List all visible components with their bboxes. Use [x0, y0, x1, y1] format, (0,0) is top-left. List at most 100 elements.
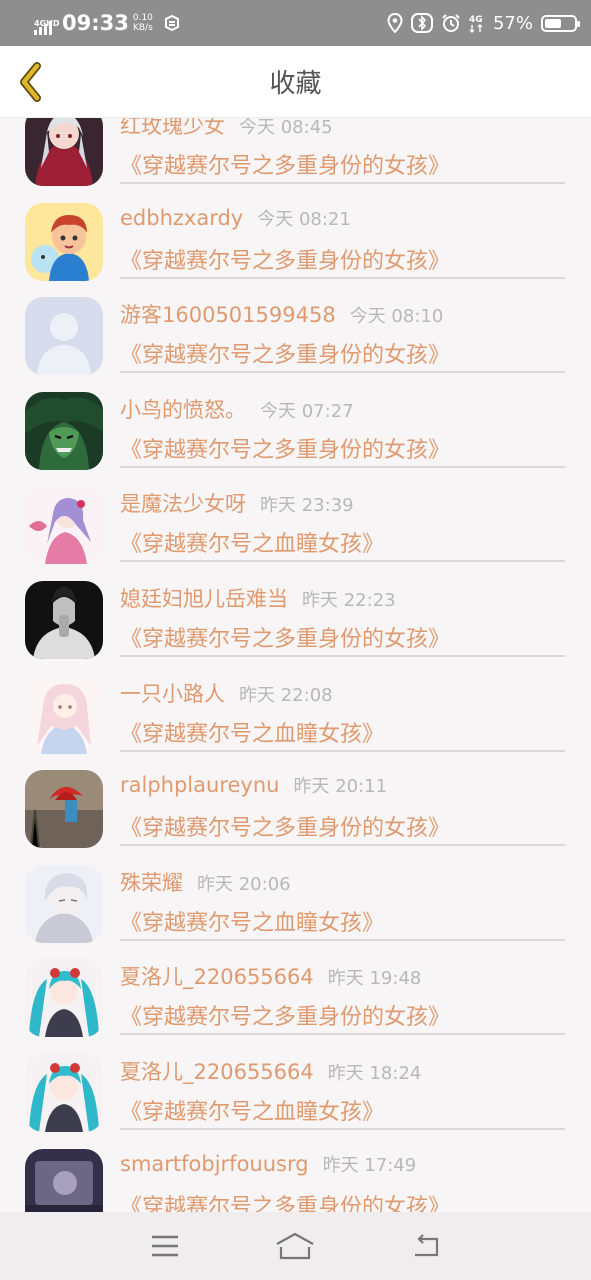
row-divider: [120, 654, 565, 657]
avatar[interactable]: [25, 675, 103, 754]
4g-icon: 4G: [469, 15, 483, 33]
back-nav-button[interactable]: [404, 1224, 448, 1268]
menu-icon: [152, 1235, 179, 1257]
location-icon: [387, 13, 403, 33]
avatar[interactable]: [25, 1148, 103, 1212]
row-header: 一只小路人 昨天 22:08: [120, 678, 333, 708]
user-name[interactable]: 夏洛儿_220655664: [120, 965, 314, 989]
battery-percent: 57%: [492, 12, 533, 34]
back-button[interactable]: [10, 60, 54, 104]
user-name[interactable]: 夏洛儿_220655664: [120, 1060, 314, 1084]
menu-button[interactable]: [143, 1224, 187, 1268]
user-name[interactable]: 媳廷妇旭儿岳难当: [120, 587, 288, 611]
user-name[interactable]: 一只小路人: [120, 682, 225, 706]
row-header: edbhzxardy 今天 08:21: [120, 205, 351, 231]
book-title-link[interactable]: 《穿越赛尔号之多重身份的女孩》: [120, 999, 450, 1031]
signal-icon: [34, 21, 52, 35]
favorite-row[interactable]: 红玫瑰少女 今天 08:45 《穿越赛尔号之多重身份的女孩》: [0, 118, 591, 191]
chevron-left-icon: [20, 62, 41, 102]
row-divider: [120, 371, 565, 374]
book-title-link[interactable]: 《穿越赛尔号之血瞳女孩》: [120, 716, 384, 748]
book-title-link[interactable]: 《穿越赛尔号之多重身份的女孩》: [120, 621, 450, 653]
row-header: 小鸟的愤怒。 今天 07:27: [120, 394, 354, 424]
user-name[interactable]: 游客1600501599458: [120, 303, 336, 327]
svg-text:4G: 4G: [469, 15, 483, 25]
network-speed: 0.10 KB/s: [133, 13, 153, 33]
favorite-row[interactable]: 一只小路人 昨天 22:08 《穿越赛尔号之血瞳女孩》: [0, 664, 591, 759]
book-title-link[interactable]: 《穿越赛尔号之血瞳女孩》: [120, 905, 384, 937]
avatar[interactable]: [25, 391, 103, 470]
screen: 4GHD 09:33 0.10 KB/s 4G 57% 收藏 红玫瑰少女 今天 …: [0, 0, 591, 1280]
post-time: 昨天 18:24: [327, 1062, 422, 1084]
user-name[interactable]: 是魔法少女呀: [120, 492, 246, 516]
book-title-link[interactable]: 《穿越赛尔号之多重身份的女孩》: [120, 148, 450, 180]
user-name[interactable]: ralphplaureynu: [120, 773, 279, 797]
home-button[interactable]: [273, 1224, 317, 1268]
post-time: 昨天 22:08: [239, 684, 333, 706]
book-title-link[interactable]: 《穿越赛尔号之多重身份的女孩》: [120, 1189, 450, 1212]
row-divider: [120, 1127, 565, 1130]
row-divider: [120, 465, 565, 468]
avatar[interactable]: [25, 297, 103, 376]
favorite-row[interactable]: 夏洛儿_220655664 昨天 18:24 《穿越赛尔号之血瞳女孩》: [0, 1042, 591, 1137]
favorites-list-inner: 红玫瑰少女 今天 08:45 《穿越赛尔号之多重身份的女孩》 edbhzxardy 今天…: [0, 118, 591, 1212]
user-name[interactable]: 小鸟的愤怒。: [120, 398, 246, 422]
favorite-row[interactable]: 小鸟的愤怒。 今天 07:27 《穿越赛尔号之多重身份的女孩》: [0, 380, 591, 475]
book-title-link[interactable]: 《穿越赛尔号之血瞳女孩》: [120, 526, 384, 558]
favorite-row[interactable]: 夏洛儿_220655664 昨天 19:48 《穿越赛尔号之多重身份的女孩》: [0, 947, 591, 1042]
post-time: 今天 08:45: [239, 118, 333, 138]
row-header: 游客1600501599458 今天 08:10: [120, 299, 443, 329]
user-name[interactable]: 殊荣耀: [120, 871, 183, 895]
alarm-icon: [442, 14, 460, 32]
avatar[interactable]: [25, 118, 103, 186]
user-name[interactable]: 红玫瑰少女: [120, 118, 225, 138]
favorite-row[interactable]: 是魔法少女呀 昨天 23:39 《穿越赛尔号之血瞳女孩》: [0, 474, 591, 569]
battery-icon: [541, 14, 580, 32]
home-icon: [276, 1232, 315, 1260]
post-time: 今天 08:10: [349, 306, 444, 328]
status-time: 09:33: [62, 11, 129, 35]
favorite-row[interactable]: smartfobjrfouusrg 昨天 17:49 《穿越赛尔号之多重身份的女孩》: [0, 1137, 591, 1212]
row-divider: [120, 844, 565, 847]
book-title-link[interactable]: 《穿越赛尔号之多重身份的女孩》: [120, 337, 450, 369]
book-title-link[interactable]: 《穿越赛尔号之多重身份的女孩》: [120, 810, 450, 842]
avatar[interactable]: [25, 959, 103, 1038]
book-title-link[interactable]: 《穿越赛尔号之血瞳女孩》: [120, 1094, 384, 1126]
row-header: 媳廷妇旭儿岳难当 昨天 22:23: [120, 583, 396, 613]
row-header: smartfobjrfouusrg 昨天 17:49: [120, 1151, 416, 1177]
favorites-list[interactable]: 红玫瑰少女 今天 08:45 《穿越赛尔号之多重身份的女孩》 edbhzxardy 今天…: [0, 118, 591, 1212]
status-right-group: 4G 57%: [387, 12, 580, 34]
avatar[interactable]: [25, 202, 103, 281]
row-divider: [120, 560, 565, 563]
row-divider: [120, 938, 565, 941]
row-header: 夏洛儿_220655664 昨天 19:48: [120, 961, 421, 991]
row-divider: [120, 1033, 565, 1036]
row-header: 殊荣耀 昨天 20:06: [120, 867, 291, 897]
favorite-row[interactable]: ralphplaureynu 昨天 20:11 《穿越赛尔号之多重身份的女孩》: [0, 758, 591, 853]
row-header: 夏洛儿_220655664 昨天 18:24: [120, 1056, 421, 1086]
avatar[interactable]: [25, 770, 103, 849]
status-bar: 4GHD 09:33 0.10 KB/s 4G 57%: [0, 0, 591, 46]
row-divider: [120, 182, 565, 184]
avatar[interactable]: [25, 580, 103, 659]
back-icon: [414, 1234, 438, 1257]
post-time: 昨天 17:49: [322, 1154, 417, 1176]
user-name[interactable]: smartfobjrfouusrg: [120, 1152, 309, 1176]
book-title-link[interactable]: 《穿越赛尔号之多重身份的女孩》: [120, 243, 450, 275]
avatar[interactable]: [25, 864, 103, 943]
favorite-row[interactable]: 殊荣耀 昨天 20:06 《穿越赛尔号之血瞳女孩》: [0, 853, 591, 948]
post-time: 昨天 19:48: [327, 968, 422, 990]
favorite-row[interactable]: 游客1600501599458 今天 08:10 《穿越赛尔号之多重身份的女孩》: [0, 285, 591, 380]
avatar[interactable]: [25, 1053, 103, 1132]
favorite-row[interactable]: edbhzxardy 今天 08:21 《穿越赛尔号之多重身份的女孩》: [0, 191, 591, 286]
system-nav-bar: [0, 1212, 591, 1280]
book-title-link[interactable]: 《穿越赛尔号之多重身份的女孩》: [120, 432, 450, 464]
row-header: 红玫瑰少女 今天 08:45: [120, 118, 333, 140]
post-time: 今天 08:21: [257, 208, 351, 230]
row-header: ralphplaureynu 昨天 20:11: [120, 772, 387, 798]
speed-value: 0.10: [132, 13, 153, 23]
favorite-row[interactable]: 媳廷妇旭儿岳难当 昨天 22:23 《穿越赛尔号之多重身份的女孩》: [0, 569, 591, 664]
avatar[interactable]: [25, 486, 103, 565]
user-name[interactable]: edbhzxardy: [120, 206, 243, 230]
post-time: 昨天 20:11: [293, 776, 388, 798]
